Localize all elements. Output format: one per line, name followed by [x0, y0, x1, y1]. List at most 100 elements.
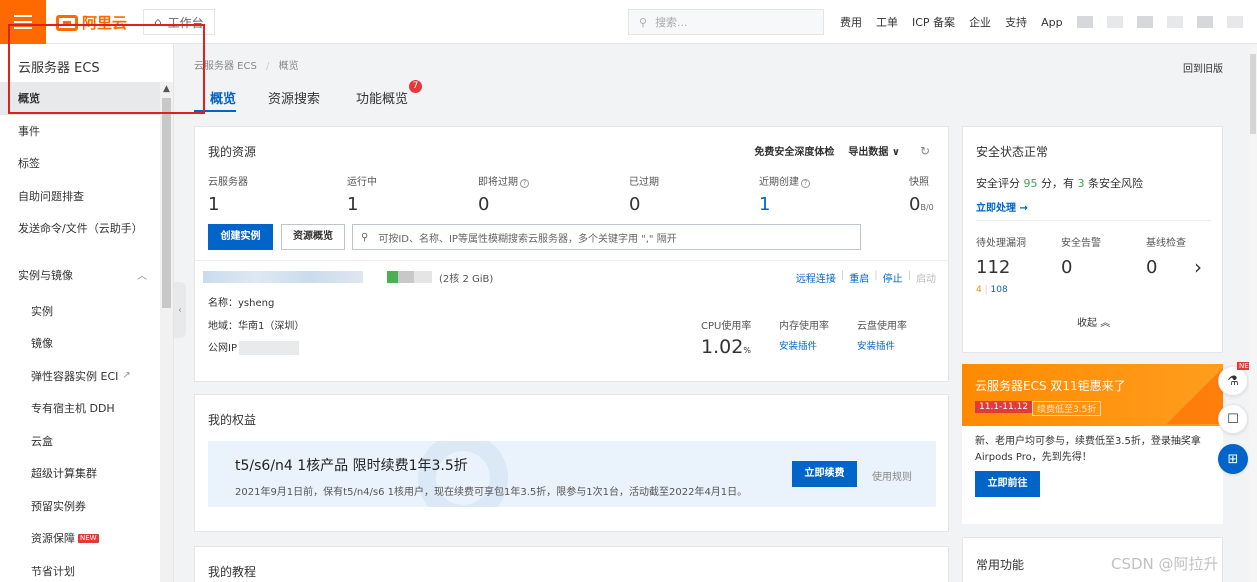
sidebar-item-ddh[interactable]: 专有宿主机 DDH — [0, 392, 173, 425]
handle-now-link[interactable]: 立即处理 → — [976, 199, 1028, 214]
stat-value: 1 — [759, 194, 771, 215]
instance-name-row: 名称：ysheng — [208, 294, 274, 309]
blurred-nav-icon[interactable] — [1076, 16, 1093, 28]
instance-search-input[interactable]: ⚲ 可按ID、名称、IP等属性模糊搜索云服务器，多个关键字用 "," 隔开 — [352, 224, 861, 250]
sidebar-item-instances[interactable]: 实例 — [0, 295, 173, 328]
sidebar-item-troubleshoot[interactable]: 自助问题排查 — [0, 180, 173, 213]
restart-link[interactable]: 重启 — [849, 270, 869, 285]
stat-value-wrap: 0B/0 — [909, 194, 934, 215]
chat-icon[interactable]: ☐ — [1218, 404, 1248, 434]
help-icon[interactable]: ? — [801, 179, 810, 188]
stat-recent[interactable]: 近期创建? 1 — [759, 173, 810, 215]
scrollbar-thumb[interactable] — [1250, 54, 1256, 134]
back-to-old-version-link[interactable]: 回到旧版 — [1183, 60, 1223, 75]
sidebar-item-images[interactable]: 镜像 — [0, 327, 173, 360]
card-title: 常用功能 — [976, 558, 1025, 572]
stat-vulnerabilities[interactable]: 待处理漏洞 112 — [976, 234, 1026, 278]
chevron-right-icon[interactable]: › — [1194, 255, 1202, 279]
create-instance-button[interactable]: 创建实例 — [208, 224, 273, 250]
stop-link[interactable]: 停止 — [883, 270, 903, 285]
promo-body: 新、老用户均可参与，续费低至3.5折，登录抽奖拿Airpods Pro，先到先得… — [975, 436, 1201, 463]
stat-expired[interactable]: 已过期 0 — [629, 173, 659, 215]
stat-alerts[interactable]: 安全告警 0 — [1061, 234, 1101, 278]
refresh-icon[interactable]: ↻ — [920, 144, 930, 158]
sidebar-item-overview[interactable]: 概览 — [0, 82, 173, 115]
sidebar-item-savings-plan[interactable]: 节省计划 — [0, 555, 173, 582]
blurred-instance-id[interactable] — [203, 271, 363, 283]
stat-servers[interactable]: 云服务器 1 — [208, 173, 248, 215]
apps-grid-icon[interactable]: ⊞ — [1218, 444, 1248, 474]
nav-fees[interactable]: 费用 — [840, 14, 862, 30]
my-tutorials-card: 我的教程 — [194, 546, 949, 582]
divider — [976, 220, 1211, 221]
blurred-avatar[interactable] — [1226, 16, 1243, 28]
top-bar: 阿里云 ⌂ 工作台 ⚲ 搜索... 费用 工单 ICP 备案 企业 支持 App — [0, 0, 1257, 44]
divider — [195, 260, 948, 261]
page-scrollbar[interactable] — [1249, 44, 1257, 582]
instance-region: 华南1（深圳） — [238, 321, 305, 332]
nav-app[interactable]: App — [1041, 16, 1063, 29]
sidebar-item-events[interactable]: 事件 — [0, 115, 173, 148]
separator: | — [840, 270, 845, 281]
separator: | — [984, 285, 988, 295]
blurred-nav-icon[interactable] — [1196, 16, 1213, 28]
nav-tickets[interactable]: 工单 — [876, 14, 898, 30]
sidebar-collapse-handle[interactable]: ‹ — [174, 282, 186, 338]
stat-snapshots[interactable]: 快照 0B/0 — [909, 173, 934, 215]
blurred-nav-icon[interactable] — [1106, 16, 1123, 28]
blurred-nav-icon[interactable] — [1166, 16, 1183, 28]
promo-tag: 续费低至3.5折 — [1032, 401, 1102, 416]
collapse-toggle[interactable]: 收起 ︽ — [1077, 314, 1110, 329]
stat-running[interactable]: 运行中 1 — [347, 173, 377, 215]
install-plugin-link[interactable]: 安装插件 — [857, 338, 907, 352]
blurred-nav-icon[interactable] — [1136, 16, 1153, 28]
logo-text: 阿里云 — [82, 14, 128, 32]
sidebar-item-send-command[interactable]: 发送命令/文件（云助手） — [0, 212, 173, 245]
free-security-check-link[interactable]: 免费安全深度体检 — [754, 143, 834, 158]
sidebar-group-instances[interactable]: 实例与镜像 ︿ — [0, 255, 173, 295]
stat-value: 0 — [478, 194, 490, 215]
resource-overview-button[interactable]: 资源概览 — [281, 224, 345, 250]
sidebar-item-reserved[interactable]: 预留实例券 — [0, 490, 173, 523]
fold-label: 收起 — [1077, 318, 1097, 329]
my-benefits-card: 我的权益 t5/s6/n4 1核产品 限时续费1年3.5折 2021年9月1日前… — [194, 394, 949, 532]
export-data-dropdown[interactable]: 导出数据 ∨ — [848, 143, 900, 158]
home-icon: ⌂ — [154, 15, 162, 29]
breakdown-other: 108 — [990, 285, 1008, 295]
tab-feature-overview[interactable]: 功能概览 7 — [352, 80, 423, 112]
global-search-input[interactable]: ⚲ 搜索... — [628, 9, 824, 35]
stat-label: 基线检查 — [1146, 238, 1186, 249]
stat-baseline[interactable]: 基线检查 0 — [1146, 234, 1186, 278]
menu-icon[interactable] — [0, 0, 46, 44]
tab-resource-search[interactable]: 资源搜索 — [264, 80, 324, 112]
sidebar-item-supercomputing[interactable]: 超级计算集群 — [0, 457, 173, 490]
sidebar-item-tags[interactable]: 标签 — [0, 147, 173, 180]
scrollbar-thumb[interactable] — [162, 98, 171, 308]
flask-icon[interactable]: ⚗ — [1218, 366, 1248, 396]
workbench-button[interactable]: ⌂ 工作台 — [143, 9, 215, 35]
go-now-button[interactable]: 立即前往 — [975, 471, 1040, 497]
sidebar-item-resource-guarantee[interactable]: 资源保障 NEW — [0, 522, 173, 555]
vulnerability-breakdown: 4 | 108 — [976, 285, 1008, 295]
nav-icp[interactable]: ICP 备案 — [912, 14, 955, 30]
stat-expiring[interactable]: 即将过期? 0 — [478, 173, 529, 215]
aliyun-logo[interactable]: 阿里云 — [56, 12, 127, 33]
help-icon[interactable]: ? — [520, 179, 529, 188]
renew-now-button[interactable]: 立即续费 — [792, 461, 857, 487]
resource-actions: 免费安全深度体检 导出数据 ∨ ↻ — [754, 143, 930, 159]
stat-label: 待处理漏洞 — [976, 238, 1026, 249]
nav-support[interactable]: 支持 — [1005, 14, 1027, 30]
remote-connect-link[interactable]: 远程连接 — [796, 270, 836, 285]
sidebar-item-eci[interactable]: 弹性容器实例 ECI ↗ — [0, 360, 173, 393]
start-link: 启动 — [916, 274, 936, 285]
usage-rules-link[interactable]: 使用规则 — [872, 468, 912, 483]
promo-card: 云服务器ECS 双11钜惠来了 11.1-11.12 续费低至3.5折 新、老用… — [962, 364, 1223, 524]
install-plugin-link[interactable]: 安装插件 — [779, 338, 829, 352]
disk-metric: 云盘使用率 安装插件 — [857, 317, 907, 352]
breadcrumb-ecs[interactable]: 云服务器 ECS — [194, 61, 257, 72]
scroll-up-icon[interactable]: ▲ — [163, 84, 170, 94]
nav-enterprise[interactable]: 企业 — [969, 14, 991, 30]
sidebar-scrollbar[interactable]: ▲ — [160, 82, 173, 582]
tab-overview[interactable]: 概览 — [194, 80, 237, 112]
sidebar-item-cloudbox[interactable]: 云盒 — [0, 425, 173, 458]
